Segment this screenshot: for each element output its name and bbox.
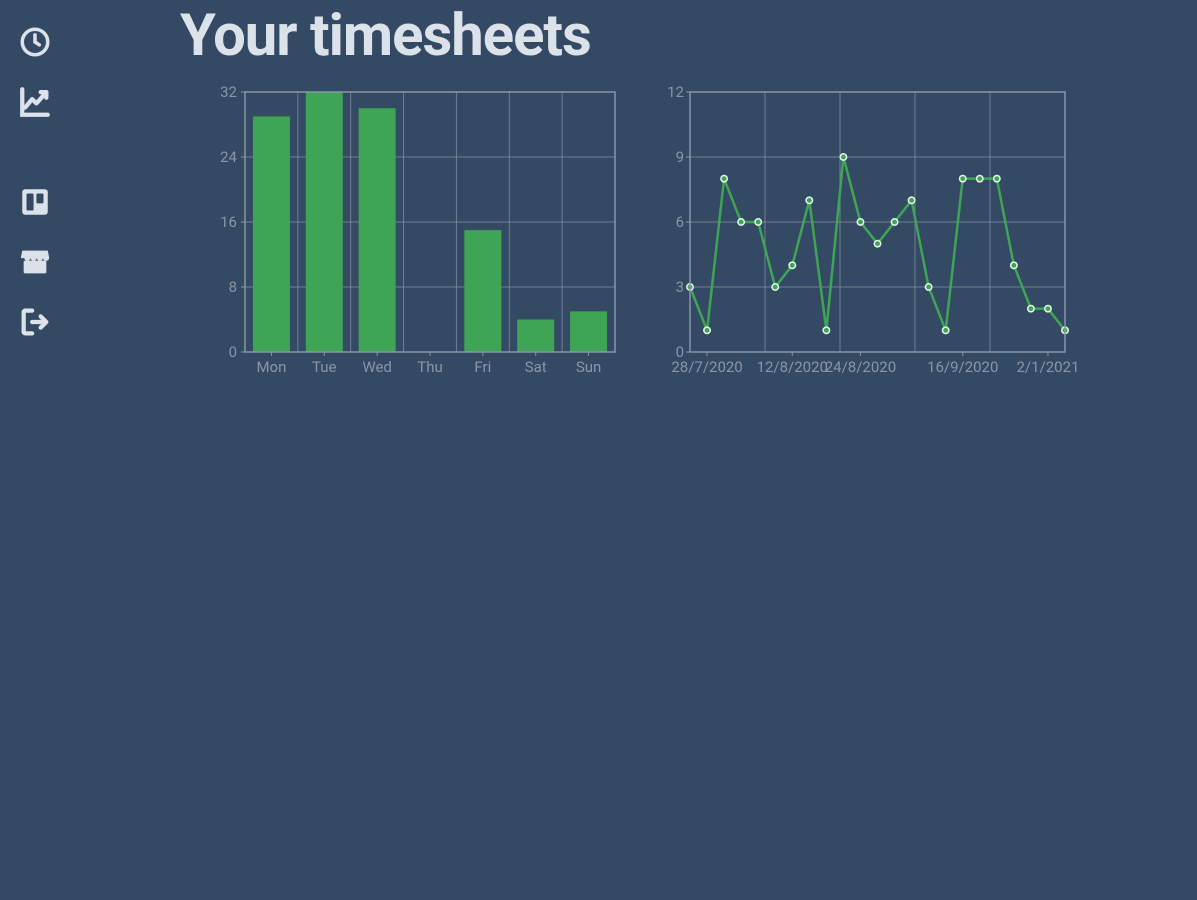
svg-text:12: 12 [667, 83, 684, 101]
data-point [908, 197, 914, 203]
bar [464, 230, 501, 352]
svg-text:6: 6 [676, 213, 684, 231]
data-point [789, 262, 795, 268]
data-point [1045, 305, 1051, 311]
nav-store[interactable] [15, 242, 55, 282]
data-point [823, 327, 829, 333]
clock-icon [18, 25, 52, 59]
svg-text:Tue: Tue [312, 358, 337, 376]
svg-text:8: 8 [229, 278, 237, 296]
data-point [891, 219, 897, 225]
data-point [977, 175, 983, 181]
svg-text:16/9/2020: 16/9/2020 [927, 358, 998, 376]
data-point [942, 327, 948, 333]
svg-text:24: 24 [220, 148, 237, 166]
data-point [925, 284, 931, 290]
svg-text:Mon: Mon [256, 358, 286, 376]
data-point [857, 219, 863, 225]
nav-logout[interactable] [15, 302, 55, 342]
bar [253, 116, 290, 352]
data-point [1011, 262, 1017, 268]
data-point [772, 284, 778, 290]
data-point [1028, 305, 1034, 311]
data-point [738, 219, 744, 225]
svg-text:9: 9 [676, 148, 684, 166]
svg-text:32: 32 [220, 83, 237, 101]
bar [517, 320, 554, 353]
bar [570, 311, 607, 352]
svg-text:3: 3 [676, 278, 684, 296]
trello-icon [18, 185, 52, 219]
bar [359, 108, 396, 352]
nav-boards[interactable] [15, 182, 55, 222]
nav-timesheets[interactable] [15, 22, 55, 62]
nav-reports[interactable] [15, 82, 55, 122]
data-point [755, 219, 761, 225]
daily-line-chart: 03691228/7/202012/8/202024/8/202016/9/20… [660, 80, 1080, 380]
bar [306, 92, 343, 352]
sidebar [0, 0, 70, 900]
weekly-bar-chart: 0 8 16 24 32 Mon Tue Wed Thu Fri Sat Sun [180, 80, 620, 380]
charts-row: 0 8 16 24 32 Mon Tue Wed Thu Fri Sat Sun 0 3 6 9 12 28/7… [180, 80, 1177, 380]
data-point [704, 327, 710, 333]
svg-text:24/8/2020: 24/8/2020 [825, 358, 896, 376]
svg-text:28/7/2020: 28/7/2020 [671, 358, 742, 376]
svg-text:Wed: Wed [362, 358, 392, 376]
svg-text:Sat: Sat [525, 358, 547, 376]
chart-line-icon [18, 85, 52, 119]
data-point [840, 154, 846, 160]
main-content: Your timesheets 0 8 16 24 32 Mon Tue Wed Thu Fri S… [180, 2, 1177, 380]
svg-text:Sun: Sun [576, 358, 601, 376]
data-point [874, 240, 880, 246]
svg-text:Fri: Fri [474, 358, 491, 376]
data-point [960, 175, 966, 181]
svg-text:12/8/2020: 12/8/2020 [757, 358, 828, 376]
page-title: Your timesheets [180, 2, 1177, 70]
logout-icon [18, 305, 52, 339]
store-icon [18, 245, 52, 279]
svg-text:0: 0 [229, 343, 237, 361]
data-point [806, 197, 812, 203]
svg-text:2/1/2021: 2/1/2021 [1016, 358, 1079, 376]
svg-text:Thu: Thu [417, 358, 442, 376]
data-point [721, 175, 727, 181]
data-point [994, 175, 1000, 181]
svg-text:16: 16 [220, 213, 237, 231]
